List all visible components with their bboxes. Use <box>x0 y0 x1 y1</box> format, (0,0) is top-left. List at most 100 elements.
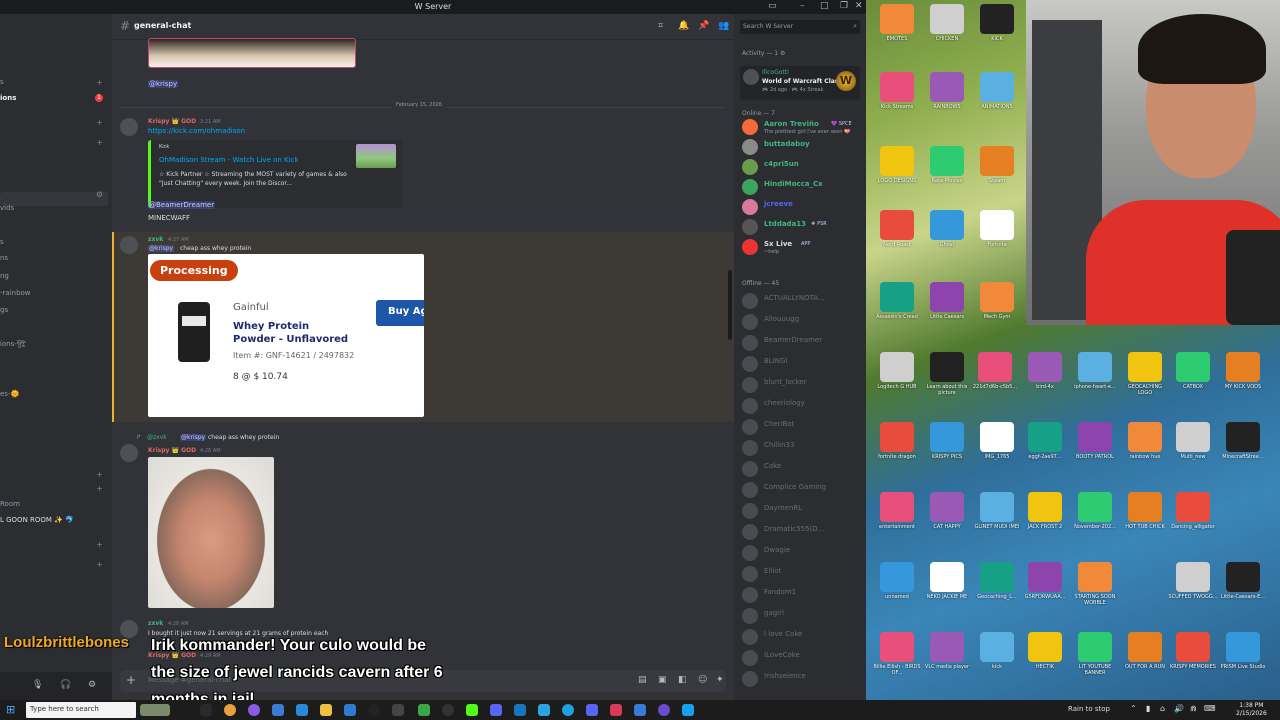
desktop-icon[interactable]: Ghost <box>922 210 972 254</box>
steam-icon[interactable] <box>682 704 694 716</box>
member-offline[interactable]: BeamerDreamer <box>742 334 862 352</box>
desktop-icon[interactable]: ANIMATIONS <box>972 72 1022 116</box>
pin-icon[interactable]: 📌 <box>698 21 709 31</box>
channel-item[interactable]: es-🌞 <box>0 390 19 398</box>
discord-icon[interactable] <box>490 704 502 716</box>
taskbar-search[interactable]: Type here to search <box>26 702 136 718</box>
desktop-icon[interactable]: RAINBOWS <box>922 72 972 116</box>
desktop-icon[interactable]: KRISPY PICS <box>922 422 972 466</box>
desktop-icon[interactable]: GEOCACHING LOGO <box>1120 352 1170 396</box>
channel-item[interactable]: -rainbow <box>0 289 31 297</box>
app-icon[interactable] <box>538 704 550 716</box>
desktop-icon[interactable]: Kick Streams <box>872 72 922 116</box>
logitech-icon[interactable] <box>442 704 454 716</box>
desktop-icon[interactable]: BOOTY PATROL <box>1070 422 1120 466</box>
app-icon[interactable] <box>392 704 404 716</box>
avatar[interactable] <box>120 236 138 254</box>
store-icon[interactable] <box>296 704 308 716</box>
kick-icon[interactable] <box>466 704 478 716</box>
folder-icon[interactable] <box>320 704 332 716</box>
gif-icon[interactable]: ▣ <box>658 675 667 685</box>
desktop-icon[interactable]: rainbow hue <box>1120 422 1170 466</box>
username[interactable]: Krispy 👑 GOD <box>148 447 196 454</box>
desktop-icon[interactable]: November-202... <box>1070 492 1120 536</box>
desktop-icon[interactable]: HECTIK <box>1020 632 1070 676</box>
gear-icon[interactable]: ⚙ <box>88 680 96 690</box>
desktop-icon[interactable]: Dancing_alligator <box>1168 492 1218 536</box>
desktop-icon[interactable]: eggf-2ae97... <box>1020 422 1070 466</box>
app-icon[interactable] <box>418 704 430 716</box>
desktop-icon[interactable]: unnamed <box>872 562 922 606</box>
keyboard-icon[interactable]: ⌨ <box>1204 704 1216 713</box>
mention[interactable]: @krispy <box>180 434 207 441</box>
member-offline[interactable]: ACTUALLYNOTA... <box>742 292 862 310</box>
gift-icon[interactable]: ▤ <box>638 675 647 685</box>
reply-username[interactable]: @zxvk <box>146 434 168 441</box>
channel-item[interactable]: Room <box>0 500 20 508</box>
desktop-icon[interactable]: LIT YOUTUBE BANNER <box>1070 632 1120 676</box>
member-offline[interactable]: cheeriology <box>742 397 862 415</box>
member-online[interactable]: c4pri5un <box>742 158 862 176</box>
browser-icon[interactable] <box>248 704 260 716</box>
member-offline[interactable]: Fandom1 <box>742 586 862 604</box>
desktop-icon[interactable]: SCUFFED TWOGG... <box>1168 562 1218 606</box>
add-icon[interactable]: + <box>96 560 103 569</box>
sticker-icon[interactable]: ◧ <box>678 675 687 685</box>
desktop-icon[interactable]: CATBOX <box>1168 352 1218 396</box>
desktop-icon[interactable]: kick <box>972 632 1022 676</box>
add-icon[interactable]: + <box>96 540 103 549</box>
desktop-icon[interactable]: LOGO DESIGNS <box>872 146 922 190</box>
member-offline[interactable]: Elliot <box>742 565 862 583</box>
desktop-icon[interactable]: JACK FROST 2 <box>1020 492 1070 536</box>
add-icon[interactable]: + <box>96 138 103 147</box>
desktop-icon[interactable]: G5RFDRWUAA... <box>1020 562 1070 606</box>
channel-item[interactable]: s <box>0 78 4 86</box>
chrome-icon[interactable] <box>224 704 236 716</box>
app-icon[interactable] <box>634 704 646 716</box>
activity-card[interactable]: IllcoGotti World of Warcraft Classic 🎮 2… <box>740 66 860 100</box>
mention[interactable]: @krispy <box>148 245 175 252</box>
channel-item[interactable]: ns <box>0 254 8 262</box>
minimize-icon[interactable]: – <box>800 1 805 11</box>
app-icon[interactable] <box>610 704 622 716</box>
embed-title[interactable]: OhMadison Stream - Watch Live on Kick <box>159 156 298 164</box>
desktop-icon[interactable]: MY KICK VODS <box>1218 352 1268 396</box>
avatar[interactable] <box>120 444 138 462</box>
desktop-icon[interactable]: fortnite dragon <box>872 422 922 466</box>
desktop-icon[interactable]: STARTING SOON WOBBLE <box>1070 562 1120 606</box>
embed-thumbnail[interactable] <box>356 144 396 168</box>
volume-icon[interactable]: 🔊 <box>1174 704 1184 713</box>
member-online[interactable]: buttadaboy <box>742 138 862 156</box>
desktop-icon[interactable]: VLC media player <box>922 632 972 676</box>
desktop-icon[interactable]: KICK <box>972 4 1022 48</box>
member-offline[interactable]: Dramatic555(D... <box>742 523 862 541</box>
member-offline[interactable]: ILoveCoke <box>742 649 862 667</box>
tray-chevron-icon[interactable]: ⌃ <box>1130 704 1137 713</box>
desktop-icon[interactable]: Little Caesars <box>922 282 972 326</box>
desktop-icon[interactable]: iphone-heart-e... <box>1070 352 1120 396</box>
desktop-icon[interactable]: Mech Gym <box>972 282 1022 326</box>
desktop-icon[interactable]: CHICKEN <box>922 4 972 48</box>
desktop-icon[interactable]: Assassin's Creed <box>872 282 922 326</box>
headphones-icon[interactable]: 🎧 <box>60 680 71 690</box>
member-offline[interactable]: Irishseience <box>742 670 862 688</box>
bell-icon[interactable]: 🔔 <box>678 21 689 31</box>
member-offline[interactable]: gagirl <box>742 607 862 625</box>
threads-icon[interactable]: ⌗ <box>658 21 663 31</box>
battery-icon[interactable]: ▮ <box>1146 704 1150 713</box>
weather-text[interactable]: Rain to stop <box>1068 705 1110 713</box>
add-icon[interactable]: + <box>96 118 103 127</box>
message-link[interactable]: https://kick.com/ohmadison <box>148 127 245 135</box>
channel-item[interactable]: L GOON ROOM ✨ 🐬 <box>0 516 74 524</box>
taskbar-clock[interactable]: 1:38 PM 2/15/2026 <box>1236 702 1267 718</box>
windows-start-icon[interactable]: ⊞ <box>6 703 15 716</box>
add-icon[interactable]: + <box>96 484 103 493</box>
image-attachment[interactable] <box>148 457 274 608</box>
member-offline[interactable]: Coke <box>742 460 862 478</box>
member-online[interactable]: HindiMocca_Cx <box>742 178 862 196</box>
microphone-icon[interactable]: 🎙 <box>32 680 43 690</box>
member-online[interactable]: Ltddada13 ❖ PSR <box>742 218 862 236</box>
file-explorer-icon[interactable] <box>272 704 284 716</box>
desktop-icon[interactable]: KRISPY MEMORIES <box>1168 632 1218 676</box>
member-online[interactable]: Sx Live APP ~help <box>742 238 862 256</box>
